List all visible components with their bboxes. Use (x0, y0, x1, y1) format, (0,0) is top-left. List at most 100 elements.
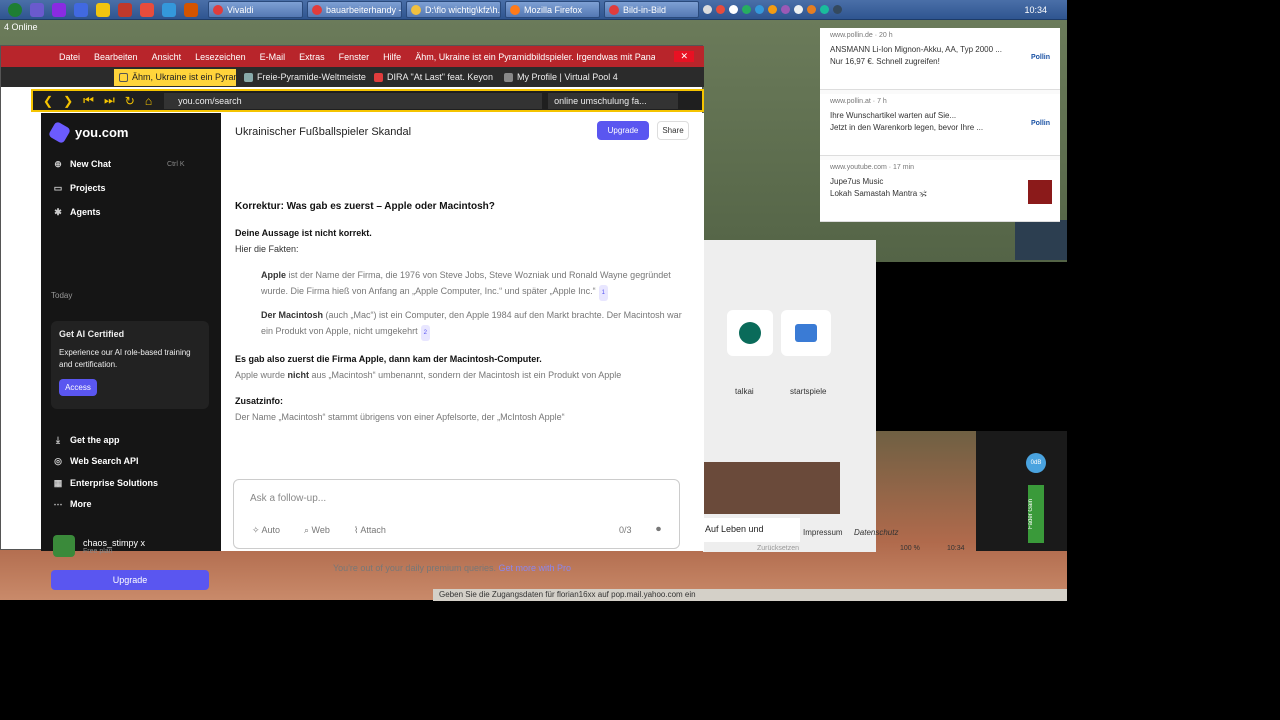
more-icon: ⋯ (53, 499, 63, 509)
background-browser: talkai startspiele Auf Leben und Impress… (703, 240, 876, 552)
fastforward-icon[interactable]: ⏭ (104, 93, 115, 108)
search-input[interactable]: online umschulung fa... (548, 92, 679, 109)
notification-source: www.pollin.de · 20 h (830, 32, 893, 39)
upgrade-button[interactable]: Upgrade (51, 570, 209, 590)
web-button[interactable]: ⌕ Web (304, 525, 330, 536)
tray-icon[interactable] (716, 5, 725, 14)
task-bauarbeiterhandy[interactable]: bauarbeiterhandy - ... (307, 1, 402, 18)
tile-startspiele[interactable] (781, 310, 831, 356)
notification-stack: www.pollin.de · 20 h ANSMANN Li-Ion Mign… (820, 28, 1060, 222)
list-item: Apple ist der Name der Firma, die 1976 v… (261, 267, 685, 301)
microphone-icon[interactable]: ⏺ (656, 524, 661, 535)
menu-email[interactable]: E-Mail (260, 52, 286, 62)
app-icon[interactable] (140, 2, 154, 17)
tray-icon[interactable] (807, 5, 816, 14)
notification[interactable]: www.pollin.at · 7 h Ihre Wunschartikel w… (820, 94, 1060, 156)
user-plan: Free plan (83, 547, 113, 555)
user-name: chaos_stimpy x (83, 537, 146, 548)
zoom-level[interactable]: 100 % (900, 545, 920, 552)
forward-icon[interactable]: ❯ (63, 94, 73, 108)
followup-input[interactable]: Ask a follow-up... (250, 493, 326, 504)
tile-talkai[interactable] (727, 310, 773, 356)
tray-icon[interactable] (794, 5, 803, 14)
menu-fenster[interactable]: Fenster (339, 52, 370, 62)
app-icon[interactable] (184, 2, 198, 17)
url-input[interactable]: you.com/search (164, 92, 543, 109)
menu-bearbeiten[interactable]: Bearbeiten (94, 52, 138, 62)
video-thumbnail[interactable] (703, 462, 840, 514)
tray-icon[interactable] (703, 5, 712, 14)
notification[interactable]: www.pollin.de · 20 h ANSMANN Li-Ion Mign… (820, 28, 1060, 90)
share-button[interactable]: Share (657, 121, 689, 140)
start-icon[interactable] (8, 2, 22, 17)
reload-icon[interactable]: ↻ (125, 94, 135, 108)
tray-icon[interactable] (781, 5, 790, 14)
impressum-link[interactable]: Impressum (803, 528, 843, 537)
notification-title: ANSMANN Li-Ion Mignon-Akku, AA, Typ 2000… (830, 45, 1002, 54)
status-time: 10:34 (947, 545, 965, 552)
answer-text: Apple wurde nicht aus „Macintosh“ umbena… (235, 370, 622, 380)
tray-icon[interactable] (729, 5, 738, 14)
tray-icon[interactable] (755, 5, 764, 14)
card-title: Get AI Certified (59, 329, 125, 339)
app-icon[interactable] (118, 2, 132, 17)
user-profile[interactable]: chaos_stimpy x Free plan (53, 535, 145, 557)
app-icon[interactable] (74, 2, 88, 17)
auto-button[interactable]: ✧ Auto (252, 525, 280, 536)
menu-extras[interactable]: Extras (299, 52, 325, 62)
app-icon[interactable] (30, 2, 44, 17)
access-button[interactable]: Access (59, 379, 97, 396)
tray-icon[interactable] (820, 5, 829, 14)
task-firefox[interactable]: Mozilla Firefox (505, 1, 600, 18)
gain-knob[interactable]: 0dB (1026, 453, 1046, 473)
menu-bar: Datei Bearbeiten Ansicht Lesezeichen E-M… (1, 46, 704, 67)
followup-box: Ask a follow-up... ✧ Auto ⌕ Web ⌇ Attach… (233, 479, 680, 549)
new-chat-button[interactable]: ⊕ New Chat Ctrl K (53, 159, 184, 169)
task-pip[interactable]: Bild-in-Bild (604, 1, 699, 18)
menu-lesezeichen[interactable]: Lesezeichen (195, 52, 246, 62)
brand-logo[interactable]: you.com (47, 120, 128, 145)
tab[interactable]: DIRA "At Last" feat. Keyon Ha (369, 69, 496, 86)
get-app-link[interactable]: ⤓ Get the app (53, 435, 120, 445)
rewind-icon[interactable]: ⏮ (83, 93, 94, 108)
pollin-logo: Pollin (1030, 120, 1050, 127)
more-link[interactable]: ⋯ More (53, 499, 92, 509)
datenschutz-link[interactable]: Datenschutz (854, 528, 898, 537)
close-icon[interactable]: ✕ (674, 51, 694, 62)
menu-datei[interactable]: Datei (59, 52, 80, 62)
web-search-api-link[interactable]: ◎ Web Search API (53, 456, 138, 466)
app-icon[interactable] (162, 2, 176, 17)
back-icon[interactable]: ❮ (43, 94, 53, 108)
tab-active[interactable]: Ähm, Ukraine ist ein Pyramid (114, 68, 236, 86)
get-more-link[interactable]: Get more with Pro (499, 563, 572, 573)
card-description: Experience our AI role-based training an… (59, 348, 191, 369)
plus-icon: ⊕ (54, 159, 62, 169)
fader-gain[interactable]: Fader Gain (1028, 485, 1044, 543)
enterprise-link[interactable]: ▦ Enterprise Solutions (53, 478, 158, 488)
tray-icon[interactable] (833, 5, 842, 14)
taskbar: Vivaldi bauarbeiterhandy - ... D:\flo wi… (0, 0, 1067, 20)
upgrade-top-button[interactable]: Upgrade (597, 121, 649, 140)
home-icon[interactable]: ⌂ (145, 94, 152, 108)
citation-badge[interactable]: 1 (598, 285, 609, 301)
building-icon: ▦ (53, 478, 63, 488)
section-today: Today (51, 291, 73, 300)
tray-icon[interactable] (742, 5, 751, 14)
task-explorer[interactable]: D:\flo wichtig\kfz\h... (406, 1, 501, 18)
agents-link[interactable]: ✱ Agents (53, 207, 100, 217)
citation-badge[interactable]: 2 (420, 325, 430, 341)
attach-button[interactable]: ⌇ Attach (354, 525, 386, 536)
tray-icon[interactable] (768, 5, 777, 14)
app-icon[interactable] (96, 2, 110, 17)
tab-bar: Ähm, Ukraine ist ein Pyramid Freie-Pyram… (1, 67, 704, 87)
tab[interactable]: My Profile | Virtual Pool 4 (499, 69, 621, 86)
app-icon[interactable] (52, 2, 66, 17)
reset-zoom[interactable]: Zurücksetzen (757, 545, 799, 552)
menu-ansicht[interactable]: Ansicht (152, 52, 182, 62)
menu-hilfe[interactable]: Hilfe (383, 52, 401, 62)
tab[interactable]: Freie-Pyramide-Weltmeisters (239, 69, 366, 86)
notification[interactable]: www.youtube.com · 17 min Jupe7us Music L… (820, 160, 1060, 222)
projects-link[interactable]: ▭ Projects (53, 183, 106, 193)
online-count: 4 Online (4, 22, 38, 32)
task-vivaldi[interactable]: Vivaldi (208, 1, 303, 18)
